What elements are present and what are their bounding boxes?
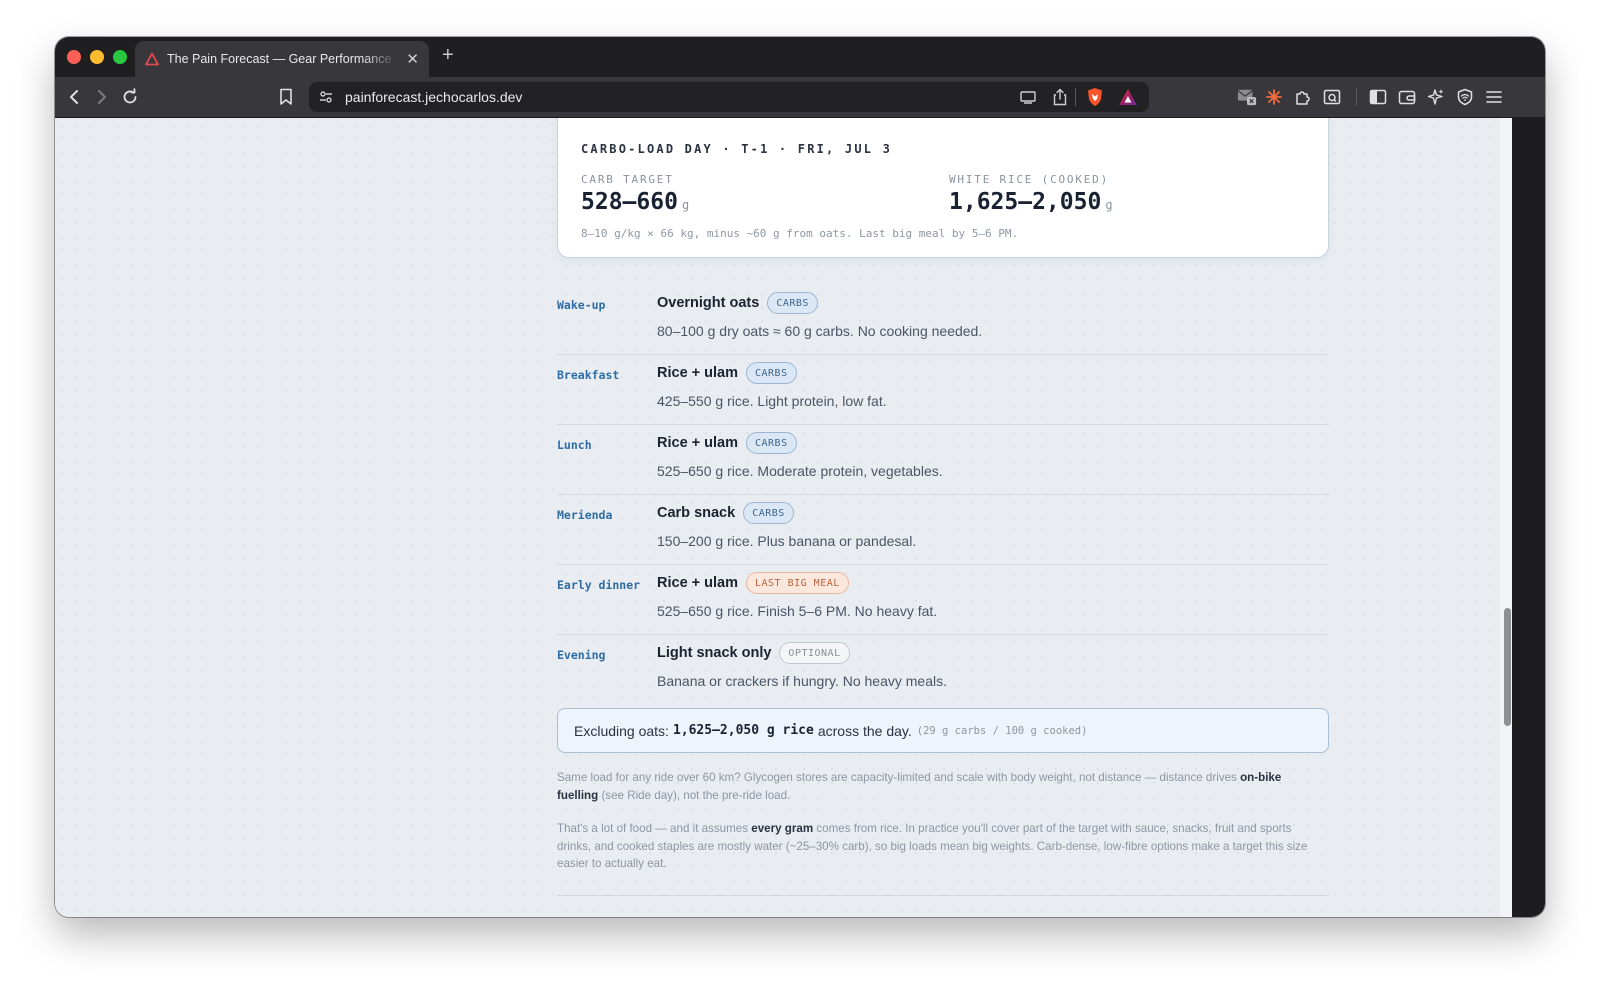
white-rice-unit: g [1105, 198, 1113, 212]
mail-icon[interactable] [1237, 87, 1257, 107]
meal-description: 525–650 g rice. Finish 5–6 PM. No heavy … [657, 603, 938, 619]
screenshot-icon[interactable] [1322, 87, 1342, 107]
last-big-meal-tag: LAST BIG MEAL [746, 572, 849, 594]
tab-strip: The Pain Forecast — Gear Performance ✕ + [55, 37, 1545, 77]
meal-description: 525–650 g rice. Moderate protein, vegeta… [657, 463, 943, 479]
carb-target-label: CARB TARGET [581, 173, 674, 186]
summary-rice-amount: 1,625–2,050 g rice [672, 723, 814, 738]
explanation-paragraph-2: That's a lot of food — and it assumes ev… [557, 820, 1317, 873]
white-rice-value: 1,625–2,050 g [949, 189, 1113, 215]
meal-name: Rice + ulam [657, 435, 738, 451]
meal-title: Rice + ulam CARBS [657, 362, 797, 384]
meal-description: 425–550 g rice. Light protein, low fat. [657, 393, 887, 409]
carbs-tag: CARBS [746, 432, 797, 454]
tab-active[interactable]: The Pain Forecast — Gear Performance ✕ [135, 41, 429, 77]
carbs-tag: CARBS [746, 362, 797, 384]
meal-row-wake-up: Wake-up Overnight oats CARBS 80–100 g dr… [557, 285, 1329, 355]
meal-row-lunch: Lunch Rice + ulam CARBS 525–650 g rice. … [557, 425, 1329, 495]
meal-name: Carb snack [657, 505, 736, 521]
carb-target-value: 528–660 g [581, 189, 690, 215]
meal-title: Carb snack CARBS [657, 502, 794, 524]
summary-suffix: across the day. [817, 722, 912, 739]
extensions-icon[interactable] [1293, 87, 1313, 107]
p2-emphasis: every gram [751, 822, 814, 835]
carbs-tag: CARBS [767, 292, 818, 314]
meal-row-early-dinner: Early dinner Rice + ulam LAST BIG MEAL 5… [557, 565, 1329, 635]
brave-shields-icon[interactable] [1086, 87, 1104, 107]
summary-prefix: Excluding oats: [574, 722, 669, 739]
carbs-tag: CARBS [743, 502, 794, 524]
reload-icon[interactable] [120, 87, 140, 107]
share-icon[interactable] [1053, 88, 1067, 106]
close-window-button[interactable] [67, 50, 81, 64]
sidebar-icon[interactable] [1368, 87, 1388, 107]
vpn-icon[interactable] [1455, 87, 1475, 107]
site-settings-icon[interactable] [318, 89, 334, 105]
optional-tag: OPTIONAL [779, 642, 850, 664]
carbo-load-card: CARBO-LOAD DAY · T-1 · FRI, JUL 3 CARB T… [557, 118, 1329, 258]
meal-row-breakfast: Breakfast Rice + ulam CARBS 425–550 g ri… [557, 355, 1329, 425]
meal-description: 150–200 g rice. Plus banana or pandesal. [657, 533, 917, 549]
meal-title: Rice + ulam LAST BIG MEAL [657, 572, 849, 594]
meal-time: Wake-up [557, 298, 606, 312]
summary-note: (29 g carbs / 100 g cooked) [916, 724, 1088, 737]
tab-title: The Pain Forecast — Gear Performance [167, 52, 392, 66]
toolbar: painforecast.jechocarlos.dev [55, 77, 1545, 118]
menu-icon[interactable] [1484, 87, 1504, 107]
maximize-window-button[interactable] [113, 50, 127, 64]
meal-title: Light snack only OPTIONAL [657, 642, 850, 664]
white-rice-label: WHITE RICE (COOKED) [949, 173, 1110, 186]
meal-description: Banana or crackers if hungry. No heavy m… [657, 673, 947, 689]
forward-icon[interactable] [92, 87, 112, 107]
toolbar-divider [1356, 88, 1357, 106]
meal-name: Light snack only [657, 645, 772, 661]
scrollbar-track[interactable] [1500, 118, 1512, 917]
meal-time: Breakfast [557, 368, 620, 382]
explanation-paragraph-1: Same load for any ride over 60 km? Glyco… [557, 769, 1317, 804]
meal-title: Overnight oats CARBS [657, 292, 818, 314]
meal-name: Rice + ulam [657, 365, 738, 381]
divider [1075, 88, 1076, 106]
browser-window: The Pain Forecast — Gear Performance ✕ +… [55, 37, 1545, 917]
meal-row-merienda: Merienda Carb snack CARBS 150–200 g rice… [557, 495, 1329, 565]
brave-rewards-icon[interactable] [1118, 88, 1138, 106]
new-tab-button[interactable]: + [442, 45, 454, 65]
meal-title: Rice + ulam CARBS [657, 432, 797, 454]
meal-time: Merienda [557, 508, 613, 522]
p1-text-end: (see Ride day), not the pre-ride load. [598, 788, 791, 802]
p1-text: Same load for any ride over 60 km? Glyco… [557, 771, 1241, 784]
cast-icon[interactable] [1019, 89, 1037, 105]
sparkle-icon[interactable] [1426, 87, 1446, 107]
section-divider [557, 895, 1329, 896]
rice-summary-box: Excluding oats: 1,625–2,050 g rice acros… [557, 708, 1329, 753]
card-note: 8–10 g/kg × 66 kg, minus ~60 g from oats… [581, 227, 1019, 240]
meal-time: Lunch [557, 438, 592, 452]
warning-triangle-icon [145, 52, 159, 66]
leo-ai-icon[interactable] [1264, 87, 1284, 107]
carb-target-unit: g [681, 198, 690, 212]
p2-text: That's a lot of food — and it assumes [557, 822, 752, 835]
wallet-icon[interactable] [1397, 87, 1417, 107]
bookmark-icon[interactable] [276, 87, 296, 107]
url-text: painforecast.jechocarlos.dev [345, 89, 523, 105]
minimize-window-button[interactable] [90, 50, 104, 64]
meal-time: Early dinner [557, 578, 641, 592]
page-content: CARBO-LOAD DAY · T-1 · FRI, JUL 3 CARB T… [55, 118, 1500, 917]
scrollbar-thumb[interactable] [1504, 608, 1511, 726]
meal-row-evening: Evening Light snack only OPTIONAL Banana… [557, 635, 1329, 705]
meal-description: 80–100 g dry oats ≈ 60 g carbs. No cooki… [657, 323, 983, 339]
close-tab-icon[interactable]: ✕ [406, 52, 419, 67]
card-heading: CARBO-LOAD DAY · T-1 · FRI, JUL 3 [581, 142, 893, 156]
meal-time: Evening [557, 648, 606, 662]
address-bar[interactable]: painforecast.jechocarlos.dev [309, 82, 1149, 112]
window-edge [1512, 118, 1545, 917]
meal-name: Overnight oats [657, 295, 760, 311]
meal-name: Rice + ulam [657, 575, 738, 591]
meal-schedule: Wake-up Overnight oats CARBS 80–100 g dr… [557, 285, 1329, 705]
back-icon[interactable] [64, 87, 84, 107]
